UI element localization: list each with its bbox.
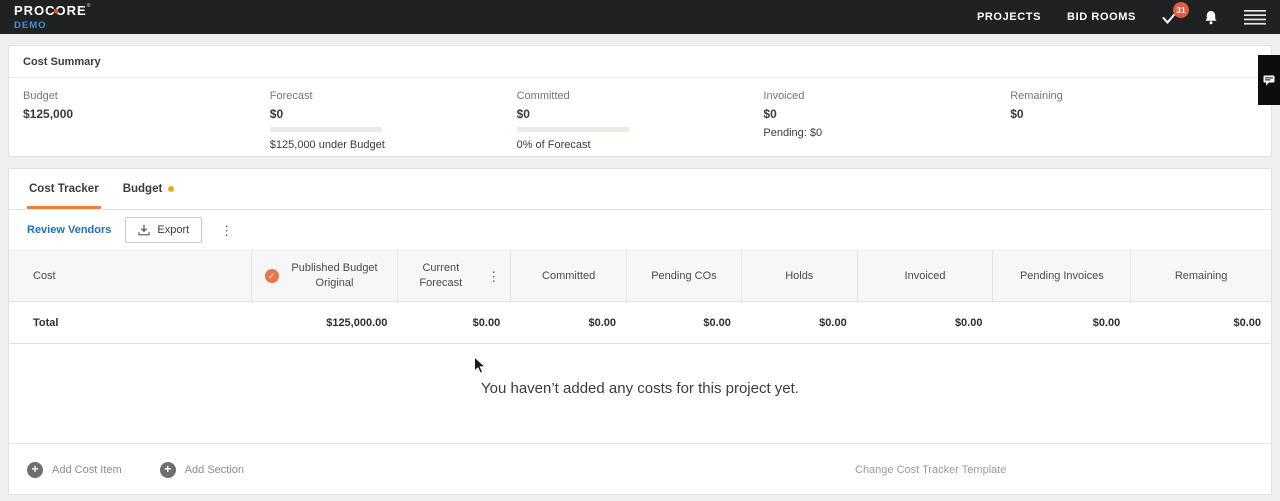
column-header-current-forecast: Current Forecast ⋮	[397, 251, 510, 301]
download-icon	[138, 224, 150, 236]
tab-cost-tracker[interactable]: Cost Tracker	[27, 169, 101, 209]
metric-committed: Committed $0 0% of Forecast	[516, 90, 764, 151]
export-label: Export	[157, 224, 190, 236]
demo-label: DEMO	[14, 20, 47, 32]
registered-mark: ®	[86, 3, 92, 10]
procore-logo-text: PROCORE ®	[14, 3, 92, 19]
tabs-row: Cost Tracker Budget	[9, 169, 1271, 210]
procore-logo[interactable]: PROCORE ® DEMO	[14, 3, 91, 31]
cost-summary-title: Cost Summary	[9, 46, 1271, 78]
cost-tracker-panel: Cost Tracker Budget Review Vendors Expor…	[8, 168, 1272, 495]
nav-item-projects[interactable]: PROJECTS	[977, 11, 1041, 23]
budget-alert-dot	[168, 186, 175, 192]
column-label: Published Budget Original	[291, 262, 378, 289]
tab-budget[interactable]: Budget	[121, 169, 177, 209]
metric-remaining: Remaining $0	[1010, 90, 1257, 151]
column-header-invoiced: Invoiced	[856, 251, 993, 301]
forecast-progress-bar	[269, 127, 382, 132]
nav-item-bid-rooms[interactable]: BID ROOMS	[1067, 11, 1136, 23]
metric-forecast: Forecast $0 $125,000 under Budget	[269, 90, 517, 151]
column-label: Pending Invoices	[1019, 269, 1104, 282]
empty-state: You haven’t added any costs for this pro…	[9, 344, 1271, 443]
total-current-forecast: $0.00	[472, 316, 501, 329]
empty-state-message: You haven’t added any costs for this pro…	[481, 380, 799, 397]
column-header-remaining: Remaining	[1130, 251, 1271, 301]
column-label: Current Forecast	[419, 262, 463, 289]
bell-icon[interactable]	[1204, 10, 1218, 25]
add-cost-item-label: Add Cost Item	[52, 463, 122, 476]
column-header-pending-cos: Pending COs	[626, 251, 741, 301]
metric-budget: Budget $125,000	[23, 90, 270, 151]
metric-label: Forecast	[269, 90, 313, 102]
tasks-check-icon[interactable]: 31	[1162, 1, 1189, 24]
metric-subtext: 0% of Forecast	[516, 139, 591, 151]
logo-dot	[54, 9, 58, 14]
column-header-holds: Holds	[740, 251, 857, 301]
total-published-budget: $125,000.00	[326, 316, 388, 329]
total-holds: $0.00	[819, 316, 847, 329]
plus-icon: +	[159, 461, 176, 478]
export-button[interactable]: Export	[125, 217, 203, 243]
metric-subtext: $125,000 under Budget	[269, 139, 385, 151]
total-pending-cos: $0.00	[703, 316, 731, 329]
add-cost-item-button[interactable]: + Add Cost Item	[27, 461, 122, 478]
tab-label: Cost Tracker	[29, 183, 99, 195]
metric-invoiced: Invoiced $0 Pending: $0	[763, 90, 1010, 151]
metric-value: $0	[269, 107, 284, 121]
metric-label: Budget	[23, 90, 58, 102]
metric-subtext: Pending: $0	[763, 127, 823, 139]
total-committed: $0.00	[588, 316, 617, 329]
tab-label: Budget	[122, 183, 163, 195]
metric-value: $0	[763, 107, 777, 121]
column-label: Committed	[542, 269, 596, 282]
review-vendors-link[interactable]: Review Vendors	[27, 224, 111, 236]
column-label: Holds	[785, 269, 814, 282]
column-label: Cost	[33, 269, 56, 282]
add-section-button[interactable]: + Add Section	[159, 461, 245, 478]
published-check-icon: ✓	[264, 269, 279, 283]
table-header-row: Cost ✓ Published Budget Original Current…	[9, 250, 1271, 302]
plus-icon: +	[27, 461, 43, 478]
column-label: Remaining	[1174, 269, 1228, 282]
metric-value: $0	[1010, 107, 1024, 121]
toolbar: Review Vendors Export ⋮	[9, 210, 1271, 250]
column-header-cost: Cost	[9, 251, 251, 301]
feedback-tab[interactable]	[1258, 55, 1280, 105]
metric-label: Invoiced	[763, 90, 805, 102]
total-invoiced: $0.00	[954, 316, 983, 329]
column-header-pending-invoices: Pending Invoices	[992, 251, 1130, 301]
column-header-published-budget: ✓ Published Budget Original	[250, 251, 398, 301]
total-row: Total $125,000.00 $0.00 $0.00 $0.00 $0.0…	[9, 302, 1271, 344]
speech-bubble-icon	[1263, 75, 1275, 85]
metric-label: Committed	[516, 90, 570, 102]
total-label-cell: Total	[33, 316, 59, 329]
total-remaining: $0.00	[1233, 316, 1262, 329]
column-header-committed: Committed	[510, 251, 626, 301]
column-label: Pending COs	[651, 269, 717, 282]
cost-summary-panel: Cost Summary Budget $125,000 Forecast $0…	[8, 45, 1272, 157]
metric-value: $0	[516, 107, 530, 121]
metric-value: $125,000	[23, 107, 74, 121]
top-nav: PROCORE ® DEMO PROJECTS BID ROOMS 31	[0, 0, 1280, 34]
column-label: Invoiced	[904, 269, 946, 282]
hamburger-menu-icon[interactable]	[1244, 9, 1266, 25]
table-footer: + Add Cost Item + Add Section Change Cos…	[9, 443, 1271, 495]
add-section-label: Add Section	[184, 463, 245, 476]
total-pending-invoices: $0.00	[1092, 316, 1121, 329]
column-kebab-menu[interactable]: ⋮	[483, 270, 504, 283]
tasks-count-badge: 31	[1173, 1, 1189, 18]
committed-progress-bar	[516, 127, 629, 132]
cost-summary-metrics: Budget $125,000 Forecast $0 $125,000 und…	[9, 78, 1271, 151]
metric-label: Remaining	[1010, 90, 1063, 102]
change-cost-tracker-template-link[interactable]: Change Cost Tracker Template	[855, 464, 1006, 476]
toolbar-kebab-menu[interactable]: ⋮	[216, 224, 237, 237]
